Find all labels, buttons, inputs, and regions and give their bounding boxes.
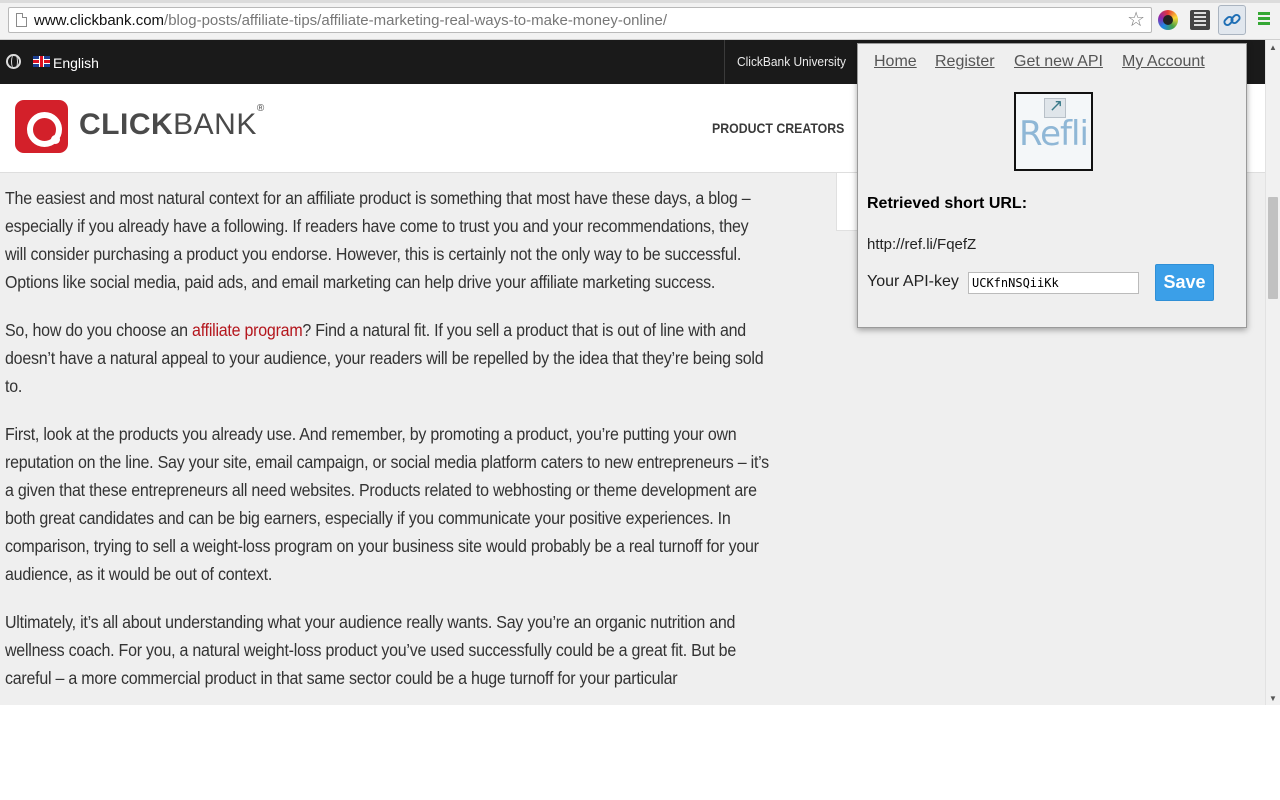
film-extension-icon[interactable] bbox=[1190, 10, 1210, 30]
popup-nav-register[interactable]: Register bbox=[935, 53, 995, 71]
browser-toolbar: www.clickbank.com/blog-posts/affiliate-t… bbox=[0, 0, 1280, 40]
clickbank-logo-icon[interactable] bbox=[15, 100, 68, 153]
address-bar[interactable]: www.clickbank.com/blog-posts/affiliate-t… bbox=[8, 7, 1152, 33]
refli-extension-button[interactable] bbox=[1218, 5, 1246, 35]
clickbank-university-link[interactable]: ClickBank University bbox=[737, 54, 846, 69]
affiliate-program-link[interactable]: affiliate program bbox=[192, 320, 303, 340]
nav-product-creators[interactable]: PRODUCT CREATORS bbox=[712, 120, 844, 136]
article-body: The easiest and most natural context for… bbox=[5, 184, 775, 705]
scroll-down-arrow-icon[interactable]: ▼ bbox=[1269, 694, 1277, 703]
page-scrollbar[interactable]: ▲ ▼ bbox=[1265, 40, 1280, 705]
short-url-value[interactable]: http://ref.li/FqefZ bbox=[867, 236, 976, 253]
refli-logo: Refli bbox=[1014, 92, 1093, 171]
article-paragraph: Ultimately, it’s all about understanding… bbox=[5, 612, 737, 688]
uk-flag-icon bbox=[33, 56, 50, 67]
popup-nav-get-new-api[interactable]: Get new API bbox=[1014, 53, 1103, 71]
clickbank-logo-text[interactable]: CLICKBANK® bbox=[79, 103, 265, 142]
bookmark-star-icon[interactable]: ☆ bbox=[1127, 8, 1145, 32]
popup-nav-my-account[interactable]: My Account bbox=[1122, 53, 1205, 71]
url-path: /blog-posts/affiliate-tips/affiliate-mar… bbox=[164, 12, 668, 29]
api-key-label: Your API-key bbox=[867, 273, 959, 290]
tab-strip bbox=[0, 0, 1280, 3]
scroll-up-arrow-icon[interactable]: ▲ bbox=[1269, 43, 1277, 52]
save-button[interactable]: Save bbox=[1155, 264, 1214, 301]
language-selector[interactable]: English bbox=[53, 55, 99, 71]
article-paragraph: So, how do you choose an affiliate progr… bbox=[5, 320, 764, 396]
refli-extension-popup: Home Register Get new API My Account Ref… bbox=[857, 43, 1247, 328]
color-picker-extension-icon[interactable] bbox=[1158, 10, 1178, 30]
popup-nav-home[interactable]: Home bbox=[874, 53, 917, 71]
url-text[interactable]: www.clickbank.com/blog-posts/affiliate-t… bbox=[34, 12, 667, 29]
url-domain: www.clickbank.com bbox=[34, 12, 165, 29]
browser-menu-icon[interactable] bbox=[1258, 12, 1270, 26]
topbar-divider bbox=[724, 40, 725, 84]
page-icon bbox=[16, 13, 27, 27]
short-url-label: Retrieved short URL: bbox=[867, 195, 1028, 212]
globe-icon[interactable] bbox=[6, 54, 21, 69]
refli-logo-text: Refli bbox=[1019, 114, 1089, 154]
api-key-input[interactable] bbox=[968, 272, 1139, 294]
scroll-thumb[interactable] bbox=[1268, 197, 1278, 299]
article-paragraph: First, look at the products you already … bbox=[5, 424, 769, 584]
article-paragraph: The easiest and most natural context for… bbox=[5, 188, 751, 292]
link-icon bbox=[1223, 13, 1241, 27]
